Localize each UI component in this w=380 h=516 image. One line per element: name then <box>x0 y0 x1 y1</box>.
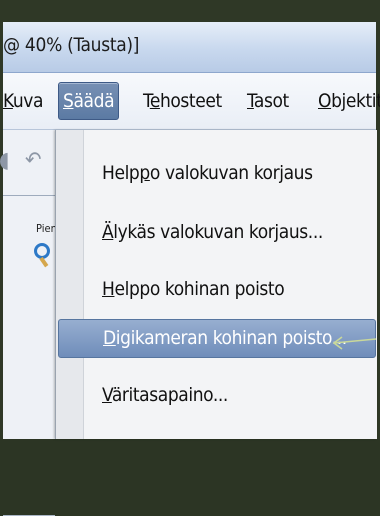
menu-saada-label: äädä <box>73 90 115 112</box>
menu-bar: Kuva Säädä Tehosteet Tasot Objektit <box>3 73 380 130</box>
item-mnemonic: p <box>139 162 150 184</box>
menu-tasot-label: asot <box>253 90 289 112</box>
zoom-icon-handle <box>39 256 49 268</box>
item-text-rest: äritasapaino... <box>111 384 229 406</box>
menu-item-digital-camera-noise-removal[interactable]: Digikameran kohinan poisto... <box>58 319 376 358</box>
item-mnemonic: H <box>102 278 115 300</box>
item-text-rest: igikameran kohinan poisto... <box>115 327 347 349</box>
pointer-arrow-icon <box>332 336 376 350</box>
zoom-label: Pien <box>36 222 57 235</box>
item-mnemonic: D <box>103 327 116 349</box>
menu-tehosteet-label: hosteet <box>159 90 222 112</box>
item-text-rest: elppo kohinan poisto <box>114 278 285 300</box>
menu-item-smart-photo-fix[interactable]: Älykäs valokuvan korjaus... <box>58 213 376 252</box>
window-frame-top <box>0 0 380 22</box>
menu-objektit-mnemonic: O <box>318 90 332 112</box>
toolbar: ◖ ↶ Pien <box>0 130 57 516</box>
menu-item-color-balance[interactable]: Väritasapaino... <box>58 376 376 415</box>
menu-kuva[interactable]: Kuva <box>3 86 44 116</box>
menu-tehosteet[interactable]: Tehosteet <box>143 86 222 116</box>
menu-item-quick-noise-removal[interactable]: Helppo kohinan poisto <box>58 270 376 309</box>
item-text-rest: lykäs valokuvan korjaus... <box>113 221 323 243</box>
item-mnemonic: V <box>102 384 112 406</box>
toolbar-divider <box>3 195 55 196</box>
menu-objektit[interactable]: Objektit <box>318 86 380 116</box>
menu-tasot-mnemonic: T <box>247 90 254 112</box>
menu-kuva-label: uva <box>12 90 44 112</box>
item-text-rest: o valokuvan korjaus <box>149 162 313 184</box>
item-mnemonic: Ä <box>102 221 114 243</box>
adjust-menu-dropdown: Helppo valokuvan korjaus Älykäs valokuva… <box>55 130 377 439</box>
tool-icon-partial[interactable]: ◖ <box>0 148 9 173</box>
menu-tehosteet-mnemonic: e <box>149 90 161 112</box>
item-text: Help <box>102 162 140 184</box>
menu-tehosteet-pre: T <box>143 90 150 112</box>
menu-tasot[interactable]: Tasot <box>247 86 289 116</box>
menu-objektit-label: bjektit <box>331 90 380 112</box>
menu-kuva-mnemonic: K <box>3 90 13 112</box>
undo-icon[interactable]: ↶ <box>25 148 42 173</box>
menu-item-quick-photo-fix[interactable]: Helppo valokuvan korjaus <box>58 154 376 193</box>
menu-saada-mnemonic: S <box>63 90 74 112</box>
menu-saada[interactable]: Säädä <box>58 82 120 120</box>
title-bar: @ 40% (Tausta)] <box>3 22 376 73</box>
window-title: @ 40% (Tausta)] <box>3 34 140 56</box>
